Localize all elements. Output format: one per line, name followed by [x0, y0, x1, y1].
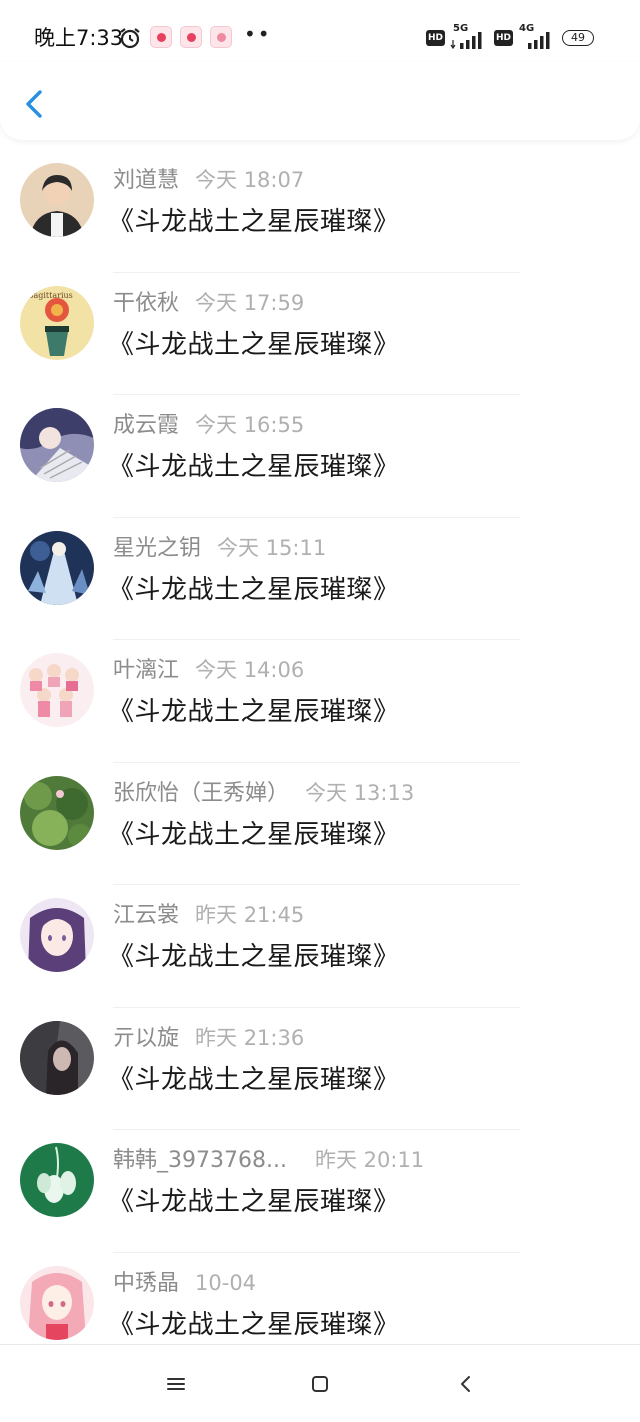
- status-time: 晚上7:33: [34, 26, 124, 50]
- home-button[interactable]: [307, 1371, 333, 1397]
- back-button[interactable]: [18, 84, 52, 124]
- message-time: 今天 13:13: [305, 780, 415, 805]
- avatar[interactable]: [20, 530, 94, 605]
- sender-name: 中琇晶: [113, 1270, 180, 1296]
- message-time: 昨天 21:45: [195, 903, 305, 927]
- sender-name: 韩韩_3973768...: [113, 1148, 287, 1173]
- message-list: 刘道慧 今天 18:07 《斗龙战土之星辰璀璨》 Sagittarius 干依秋今…: [0, 150, 640, 1375]
- recent-apps-button[interactable]: [163, 1371, 189, 1397]
- message-text: 《斗龙战土之星辰璀璨》: [108, 1309, 400, 1340]
- app-notification-icon: [150, 26, 172, 48]
- list-item[interactable]: 刘道慧 今天 18:07 《斗龙战土之星辰璀璨》: [0, 150, 640, 273]
- sender-name: 刘道慧: [113, 168, 180, 193]
- square-home-icon: [312, 1376, 328, 1392]
- back-triangle-icon: [461, 1376, 470, 1392]
- message-text: 《斗龙战土之星辰璀璨》: [108, 329, 400, 360]
- list-item[interactable]: 成云霞 今天 16:55 《斗龙战土之星辰璀璨》: [0, 395, 640, 518]
- list-item[interactable]: 星光之钥 今天 15:11 《斗龙战土之星辰璀璨》: [0, 518, 640, 640]
- message-text: 《斗龙战土之星辰璀璨》: [108, 819, 400, 850]
- battery-indicator: 49: [562, 30, 594, 46]
- message-text: 《斗龙战土之星辰璀璨》: [108, 574, 400, 605]
- avatar[interactable]: [20, 1143, 94, 1217]
- menu-icon: [167, 1378, 185, 1390]
- signal-icon: [528, 32, 550, 49]
- status-indicators: HD 5G HD 4G 49: [426, 23, 606, 51]
- sender-name: 成云霞: [113, 413, 180, 438]
- list-item[interactable]: Sagittarius 干依秋 今天 17:59 《斗龙战土之星辰璀璨》: [0, 273, 640, 395]
- list-item[interactable]: 江云裳 昨天 21:45 《斗龙战土之星辰璀璨》: [0, 885, 640, 1008]
- list-item[interactable]: 张欣怡（王秀婵） 今天 13:13 《斗龙战土之星辰璀璨》: [0, 763, 640, 885]
- hd-badge: HD: [494, 30, 513, 46]
- list-item[interactable]: 韩韩_3973768... 昨天 20:11 《斗龙战土之星辰璀璨》: [0, 1130, 640, 1253]
- sender-name: 江云裳: [113, 903, 180, 928]
- more-notifications-icon: ••: [244, 22, 272, 46]
- message-text: 《斗龙战土之星辰璀璨》: [108, 1187, 400, 1217]
- message-time: 昨天 21:36: [195, 1025, 305, 1050]
- app-notification-icon: [210, 26, 232, 48]
- sender-name: 亓以旋: [113, 1025, 180, 1051]
- list-item[interactable]: 叶漓江 今天 14:06 《斗龙战土之星辰璀璨》: [0, 640, 640, 763]
- message-text: 《斗龙战土之星辰璀璨》: [108, 697, 400, 727]
- sender-name: 叶漓江: [113, 658, 180, 683]
- sender-name: 干依秋: [113, 290, 180, 316]
- message-time: 今天 15:11: [217, 535, 327, 560]
- avatar[interactable]: [20, 163, 94, 237]
- header: [0, 62, 640, 140]
- message-text: 《斗龙战土之星辰璀璨》: [108, 207, 400, 237]
- avatar[interactable]: [20, 1020, 94, 1095]
- message-text: 《斗龙战土之星辰璀璨》: [108, 452, 400, 482]
- avatar[interactable]: [20, 653, 94, 727]
- message-time: 10-04: [195, 1270, 257, 1295]
- signal-icon: [450, 32, 482, 49]
- hd-badge: HD: [426, 30, 445, 46]
- avatar[interactable]: Sagittarius: [20, 285, 94, 360]
- alarm-icon: [118, 26, 142, 54]
- message-text: 《斗龙战土之星辰璀璨》: [108, 942, 400, 972]
- avatar[interactable]: [20, 898, 94, 972]
- message-time: 今天 18:07: [195, 168, 305, 192]
- message-time: 昨天 20:11: [314, 1148, 425, 1172]
- system-navigation-bar: [0, 1344, 640, 1422]
- list-item[interactable]: 亓以旋 昨天 21:36 《斗龙战土之星辰璀璨》: [0, 1008, 640, 1130]
- system-back-button[interactable]: [453, 1371, 479, 1397]
- message-time: 今天 14:06: [195, 658, 305, 682]
- app-notification-icon: [180, 26, 202, 48]
- avatar[interactable]: [20, 1265, 94, 1340]
- avatar[interactable]: [20, 408, 94, 482]
- sender-name: 张欣怡（王秀婵）: [113, 780, 290, 806]
- sender-name: 星光之钥: [113, 535, 202, 561]
- message-time: 今天 17:59: [195, 290, 305, 315]
- chevron-left-icon: [26, 90, 42, 118]
- svg-text:Sagittarius: Sagittarius: [28, 291, 73, 300]
- avatar[interactable]: [20, 775, 94, 850]
- message-text: 《斗龙战土之星辰璀璨》: [108, 1064, 400, 1095]
- message-time: 今天 16:55: [195, 413, 305, 437]
